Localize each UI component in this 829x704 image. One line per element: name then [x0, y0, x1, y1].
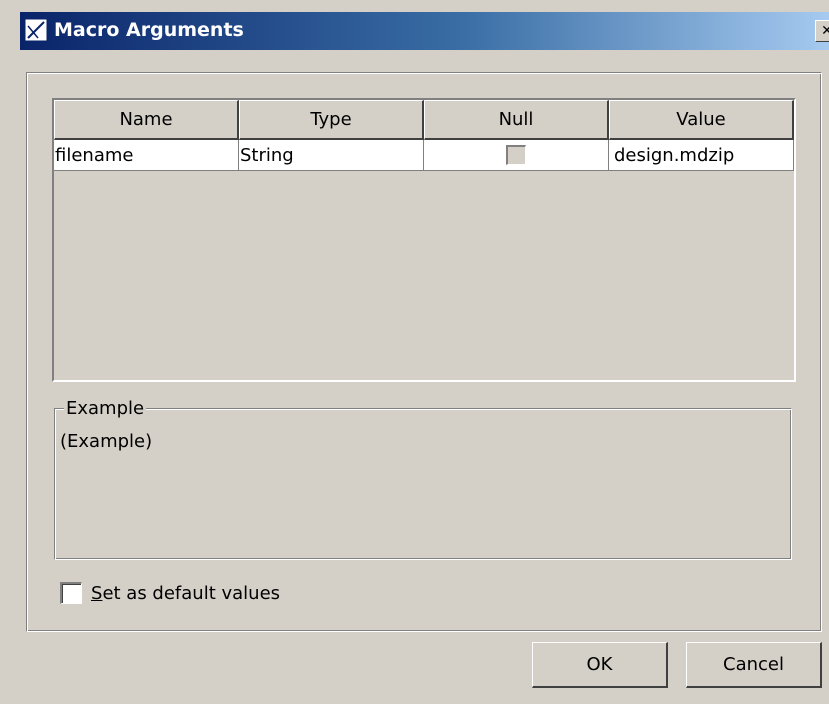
- window-title: Macro Arguments: [54, 19, 244, 41]
- arguments-table[interactable]: Name Type Null Value filename String des…: [52, 98, 796, 382]
- ok-button[interactable]: OK: [532, 642, 668, 688]
- example-legend: Example: [64, 398, 147, 420]
- label-text: et as default values: [102, 582, 281, 604]
- cancel-button[interactable]: Cancel: [686, 642, 822, 688]
- macro-arguments-dialog: Macro Arguments ✕ Name Type Null Value f…: [0, 0, 829, 704]
- column-header-name[interactable]: Name: [54, 100, 239, 140]
- example-text: (Example): [60, 431, 153, 452]
- table-header: Name Type Null Value: [54, 100, 794, 140]
- null-checkbox[interactable]: [506, 145, 526, 165]
- cell-value[interactable]: design.mdzip: [609, 140, 794, 171]
- table-row[interactable]: filename String design.mdzip: [54, 140, 794, 171]
- example-groupbox: [54, 408, 792, 560]
- column-header-null[interactable]: Null: [424, 100, 609, 140]
- app-icon: [24, 18, 48, 42]
- close-button[interactable]: ✕: [815, 20, 829, 42]
- column-header-value[interactable]: Value: [609, 100, 794, 140]
- close-icon: ✕: [821, 23, 829, 39]
- default-values-option[interactable]: Set as default values: [60, 580, 280, 606]
- column-header-type[interactable]: Type: [239, 100, 424, 140]
- default-values-checkbox[interactable]: [60, 582, 82, 604]
- cell-null[interactable]: [424, 140, 609, 171]
- cell-type[interactable]: String: [239, 140, 424, 171]
- title-bar[interactable]: Macro Arguments ✕: [20, 12, 829, 50]
- default-values-label[interactable]: Set as default values: [91, 583, 280, 604]
- cell-name[interactable]: filename: [54, 140, 239, 171]
- label-mnemonic: S: [91, 582, 103, 604]
